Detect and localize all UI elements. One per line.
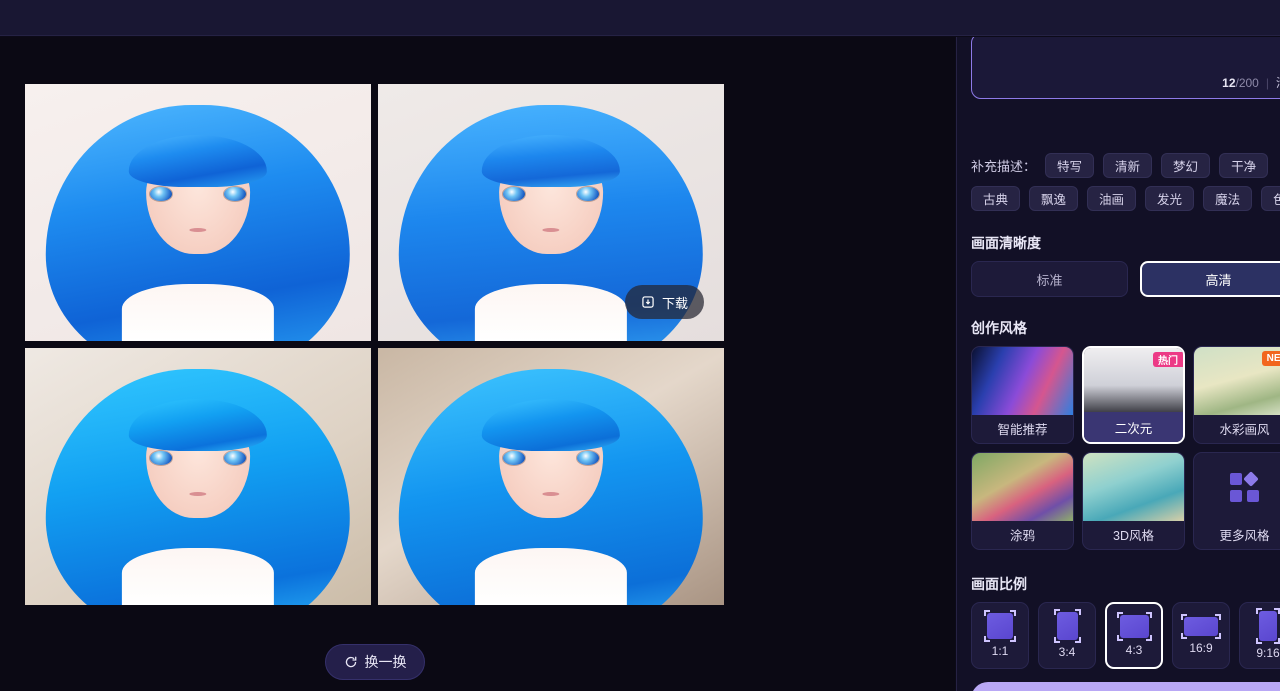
ratio-option-16-9[interactable]: 16:9	[1172, 602, 1230, 669]
clarity-options: 标准 高清	[971, 261, 1280, 297]
ratio-label-1-1: 1:1	[991, 644, 1009, 658]
desc-tag-7[interactable]: 发光	[1145, 186, 1195, 211]
generated-image-4[interactable]	[378, 348, 724, 605]
settings-panel: 12/200 | 清空 补充描述： 特写 清新 梦幻 干净 古典 飘逸 油画 发…	[956, 37, 1280, 691]
description-label: 补充描述：	[971, 159, 1037, 174]
ratio-label-16-9: 16:9	[1189, 640, 1213, 655]
desc-tag-5[interactable]: 飘逸	[1029, 186, 1079, 211]
style-card-graffiti[interactable]: 涂鸦	[971, 452, 1074, 550]
style-grid: 智能推荐 热门 二次元 NEW 水彩画风 涂鸦 3D风格	[971, 346, 1280, 550]
style-label-3d: 3D风格	[1113, 528, 1154, 543]
desc-tag-9[interactable]: 色彩	[1261, 186, 1280, 211]
style-thumb-graffiti	[972, 453, 1073, 521]
style-label-graffiti: 涂鸦	[1009, 528, 1035, 543]
desc-tag-4[interactable]: 古典	[971, 186, 1021, 211]
desc-tag-6[interactable]: 油画	[1087, 186, 1137, 211]
char-counter: 12/200	[1222, 75, 1259, 90]
generated-image-2[interactable]: 下载	[378, 84, 724, 341]
desc-tag-8[interactable]: 魔法	[1203, 186, 1253, 211]
ratio-shape-16-9	[1181, 613, 1221, 639]
style-thumb-3d	[1083, 453, 1184, 521]
style-card-watercolor[interactable]: NEW 水彩画风	[1193, 346, 1280, 444]
meta-separator: |	[1265, 75, 1269, 90]
refresh-icon	[344, 655, 358, 669]
new-badge: NEW	[1261, 351, 1280, 366]
refresh-label: 换一换	[364, 654, 407, 670]
download-icon	[641, 295, 655, 309]
artwork-1	[25, 84, 371, 341]
clear-prompt-button[interactable]: 清空	[1276, 74, 1280, 91]
download-button[interactable]: 下载	[624, 285, 704, 319]
style-label-smart: 智能推荐	[997, 422, 1048, 437]
ratio-shape-4-3	[1116, 611, 1152, 641]
clarity-section-title: 画面清晰度	[971, 235, 1041, 251]
ratio-option-9-16[interactable]: 9:16	[1239, 602, 1280, 669]
ratio-label-9-16: 9:16	[1256, 646, 1280, 660]
style-thumb-smart	[972, 347, 1073, 415]
ratio-shape-9-16	[1256, 608, 1280, 644]
app-root: 下载 换一换 12/200 | 补充描述： 特写 清新 梦幻 干净 古典 飘逸 …	[0, 0, 1280, 691]
desc-tag-3[interactable]: 干净	[1219, 153, 1269, 178]
refresh-button[interactable]: 换一换	[325, 644, 425, 680]
desc-tag-1[interactable]: 清新	[1103, 153, 1153, 178]
image-grid: 下载	[25, 84, 724, 605]
hot-badge: 热门	[1153, 352, 1183, 367]
generated-image-3[interactable]	[25, 348, 371, 605]
style-label-more: 更多风格	[1219, 528, 1270, 543]
ratio-option-3-4[interactable]: 3:4	[1038, 602, 1096, 669]
clarity-option-hd[interactable]: 高清	[1140, 261, 1280, 297]
artwork-3	[25, 348, 371, 605]
desc-tag-2[interactable]: 梦幻	[1161, 153, 1211, 178]
prompt-meta: 12/200 | 清空	[1222, 74, 1280, 91]
ratio-options: 1:1 3:4 4:3 16:9 9:16	[971, 602, 1280, 669]
ratio-option-1-1[interactable]: 1:1	[971, 602, 1029, 669]
style-card-anime[interactable]: 热门 二次元	[1082, 346, 1185, 444]
clarity-option-standard[interactable]: 标准	[971, 261, 1128, 297]
style-label-watercolor: 水彩画风	[1219, 422, 1270, 437]
desc-tag-0[interactable]: 特写	[1045, 153, 1095, 178]
more-styles-icon	[1228, 471, 1262, 510]
style-card-smart[interactable]: 智能推荐	[971, 346, 1074, 444]
style-section-title: 创作风格	[971, 320, 1027, 336]
generated-image-1[interactable]	[25, 84, 371, 341]
ratio-section-title: 画面比例	[971, 576, 1027, 592]
artwork-4	[378, 348, 724, 605]
ratio-label-3-4: 3:4	[1058, 645, 1076, 659]
ratio-option-4-3[interactable]: 4:3	[1105, 602, 1163, 669]
ratio-label-4-3: 4:3	[1125, 642, 1143, 657]
style-card-more[interactable]: 更多风格	[1193, 452, 1280, 550]
style-label-anime: 二次元	[1084, 412, 1183, 442]
ratio-shape-3-4	[1053, 609, 1081, 643]
top-bar	[0, 0, 1280, 36]
image-canvas: 下载 换一换	[0, 37, 955, 691]
description-tags-row: 补充描述： 特写 清新 梦幻 干净 古典 飘逸 油画 发光 魔法 色彩	[971, 153, 1280, 211]
download-label: 下载	[661, 295, 688, 311]
create-button[interactable]: 立即创作	[971, 682, 1280, 691]
prompt-input[interactable]: 12/200 | 清空	[971, 37, 1280, 99]
ratio-shape-1-1	[984, 610, 1016, 642]
style-card-3d[interactable]: 3D风格	[1082, 452, 1185, 550]
